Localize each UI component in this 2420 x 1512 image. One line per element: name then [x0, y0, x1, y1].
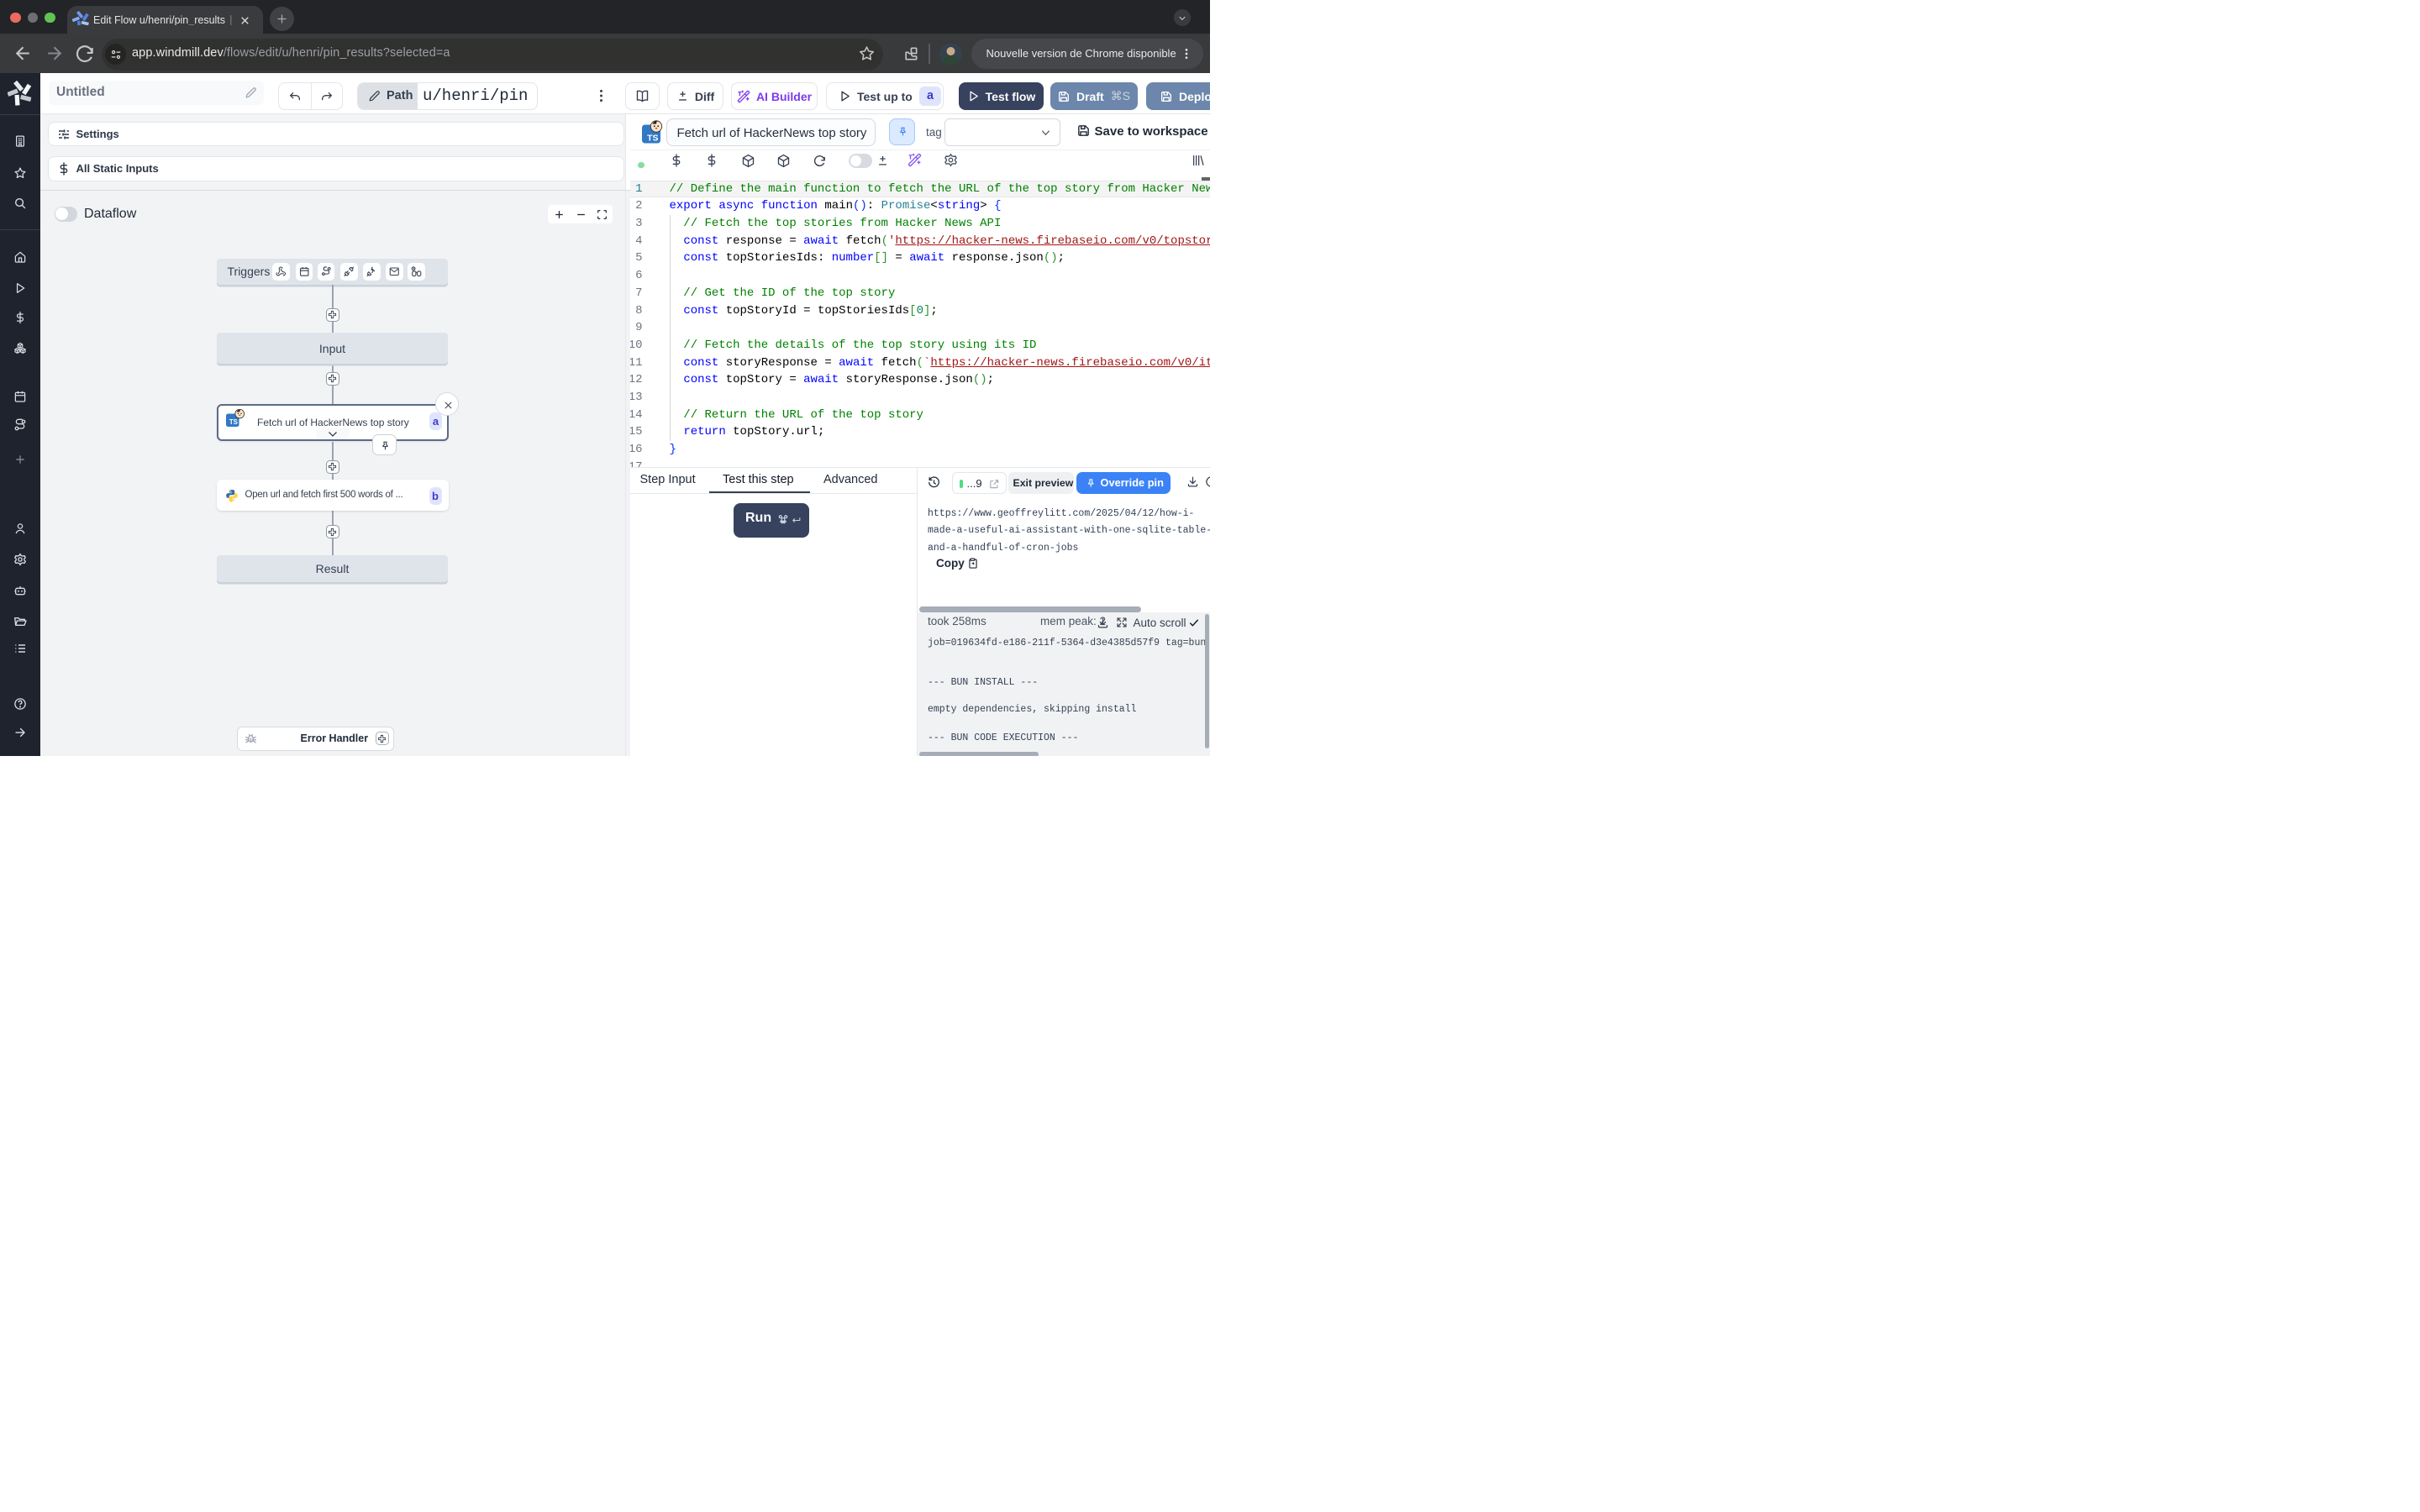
svg-text:TS: TS [229, 418, 237, 426]
svg-text:TS: TS [647, 134, 658, 144]
